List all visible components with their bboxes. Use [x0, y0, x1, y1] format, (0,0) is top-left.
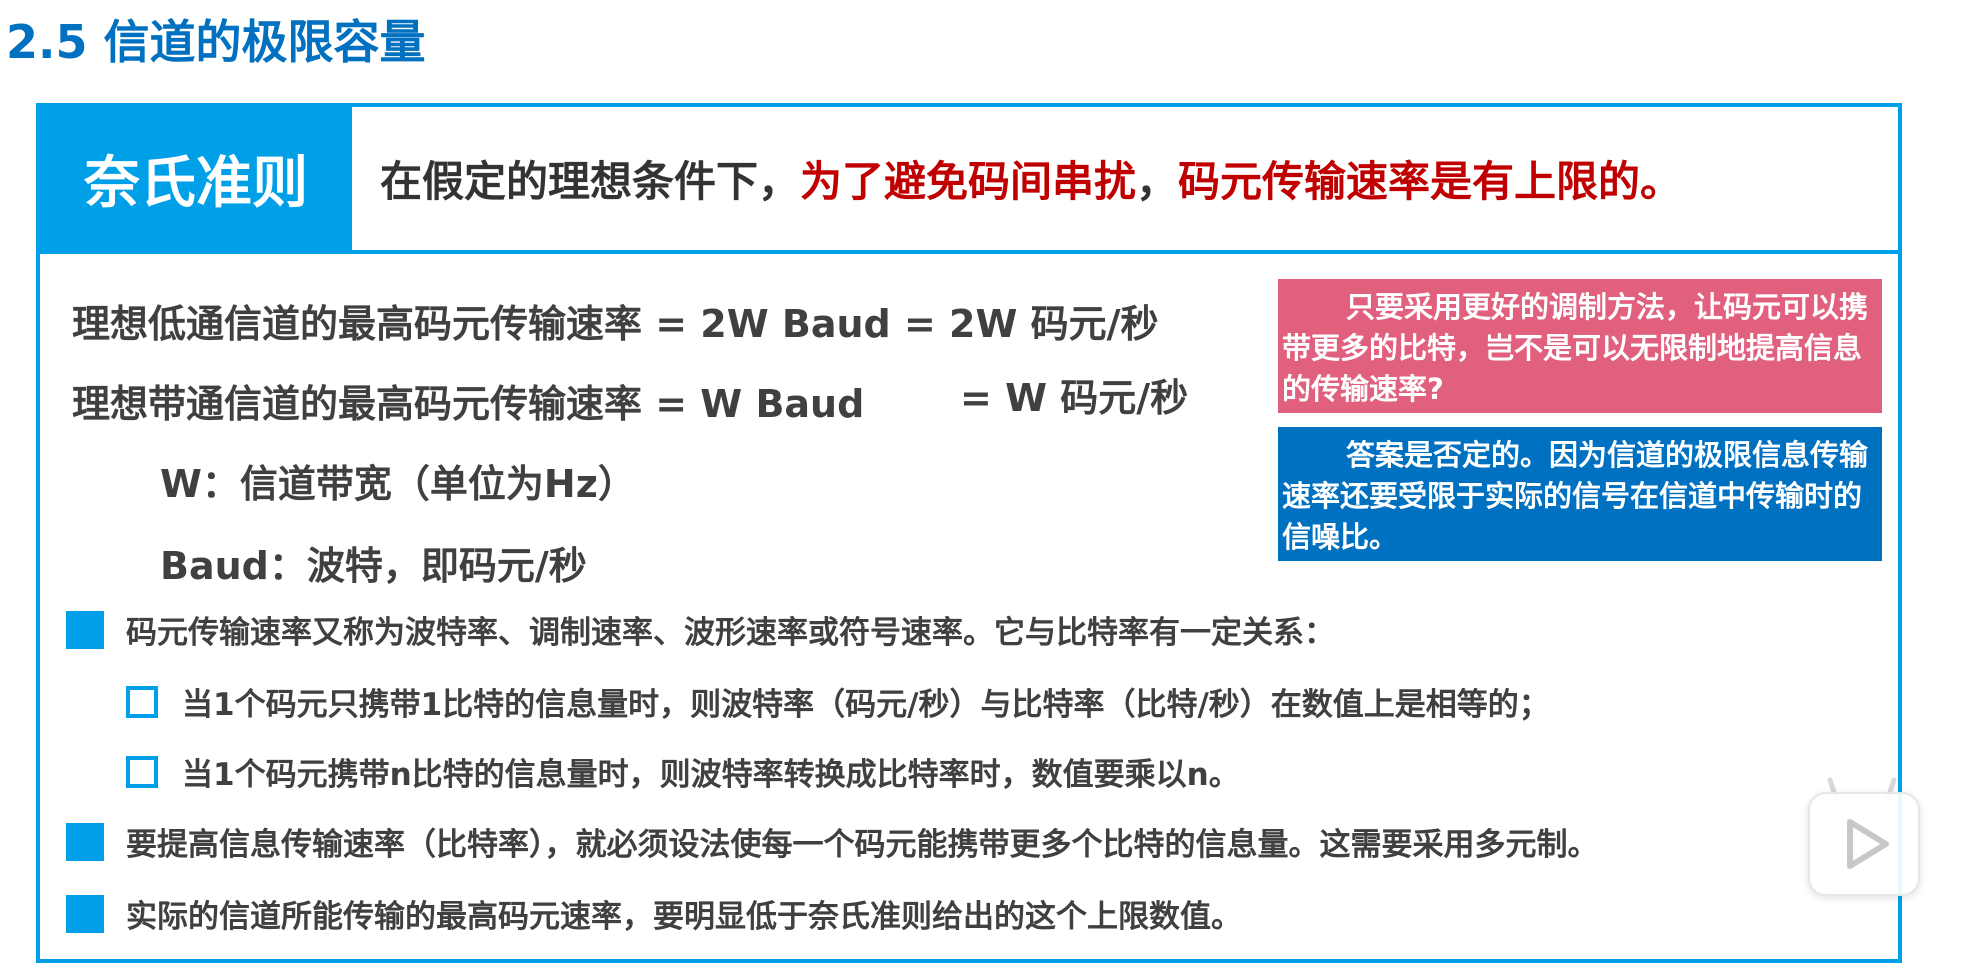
bullet-text: 要提高信息传输速率（比特率），就必须设法使每一个码元能携带更多个比特的信息量。这… — [126, 827, 1599, 863]
header-text-plain: 在假定的理想条件下， — [380, 157, 801, 206]
bullet-text: 当1个码元只携带1比特的信息量时，则波特率（码元/秒）与比特率（比特/秒）在数值… — [182, 687, 1550, 723]
bullet-actual-limit: 实际的信道所能传输的最高码元速率，要明显低于奈氏准则给出的这个上限数值。 — [66, 891, 1242, 936]
answer-note: 答案是否定的。因为信道的极限信息传输速率还要受限于实际的信号在信道中传输时的信噪… — [1278, 427, 1882, 561]
filled-square-bullet-icon — [66, 894, 104, 933]
header-text-comma: ， — [1136, 157, 1179, 206]
filled-square-bullet-icon — [66, 610, 104, 649]
definition-bandwidth: W：信道带宽（单位为Hz） — [160, 462, 636, 506]
definition-baud: Baud：波特，即码元/秒 — [160, 544, 587, 588]
content-frame: 奈氏准则 在假定的理想条件下， 为了避免码间串扰，码元传输速率是有上限的。 理想低… — [36, 103, 1902, 963]
hollow-square-bullet-icon — [126, 755, 158, 788]
bullet-baud-rate: 码元传输速率又称为波特率、调制速率、波形速率或符号速率。它与比特率有一定关系： — [66, 607, 1335, 652]
header-text-highlight-1: 为了避免码间串扰 — [800, 157, 1137, 206]
question-note: 只要采用更好的调制方法，让码元可以携带更多的比特，岂不是可以无限制地提高信息的传… — [1278, 279, 1882, 413]
bullet-text: 码元传输速率又称为波特率、调制速率、波形速率或符号速率。它与比特率有一定关系： — [126, 615, 1335, 651]
formula-lowpass: 理想低通信道的最高码元传输速率 = 2W Baud = 2W 码元/秒 — [72, 302, 1159, 346]
formula-bandpass: 理想带通信道的最高码元传输速率 = W Baud — [72, 382, 865, 426]
slide-title: 2.5 信道的极限容量 — [6, 15, 426, 69]
header-label: 奈氏准则 — [40, 107, 352, 250]
header-text-highlight-2: 码元传输速率是有上限的。 — [1178, 157, 1683, 206]
bullet-text: 实际的信道所能传输的最高码元速率，要明显低于奈氏准则给出的这个上限数值。 — [126, 899, 1242, 935]
sub-bullet-one-bit: 当1个码元只携带1比特的信息量时，则波特率（码元/秒）与比特率（比特/秒）在数值… — [126, 679, 1550, 724]
filled-square-bullet-icon — [66, 822, 104, 861]
hollow-square-bullet-icon — [126, 685, 158, 718]
slide: 2.5 信道的极限容量 奈氏准则 在假定的理想条件下， 为了避免码间串扰，码元传输… — [0, 0, 1978, 969]
header-bar: 奈氏准则 在假定的理想条件下， 为了避免码间串扰，码元传输速率是有上限的。 — [40, 107, 1898, 254]
play-button[interactable] — [1808, 792, 1920, 896]
header-statement: 在假定的理想条件下， 为了避免码间串扰，码元传输速率是有上限的。 — [380, 107, 1682, 250]
bullet-multilevel: 要提高信息传输速率（比特率），就必须设法使每一个码元能携带更多个比特的信息量。这… — [66, 819, 1599, 864]
play-icon — [1847, 819, 1889, 869]
sub-bullet-n-bits: 当1个码元携带n比特的信息量时，则波特率转换成比特率时，数值要乘以n。 — [126, 749, 1240, 794]
bullet-text: 当1个码元携带n比特的信息量时，则波特率转换成比特率时，数值要乘以n。 — [182, 757, 1240, 793]
formula-bandpass-unit: = W 码元/秒 — [960, 376, 1189, 420]
